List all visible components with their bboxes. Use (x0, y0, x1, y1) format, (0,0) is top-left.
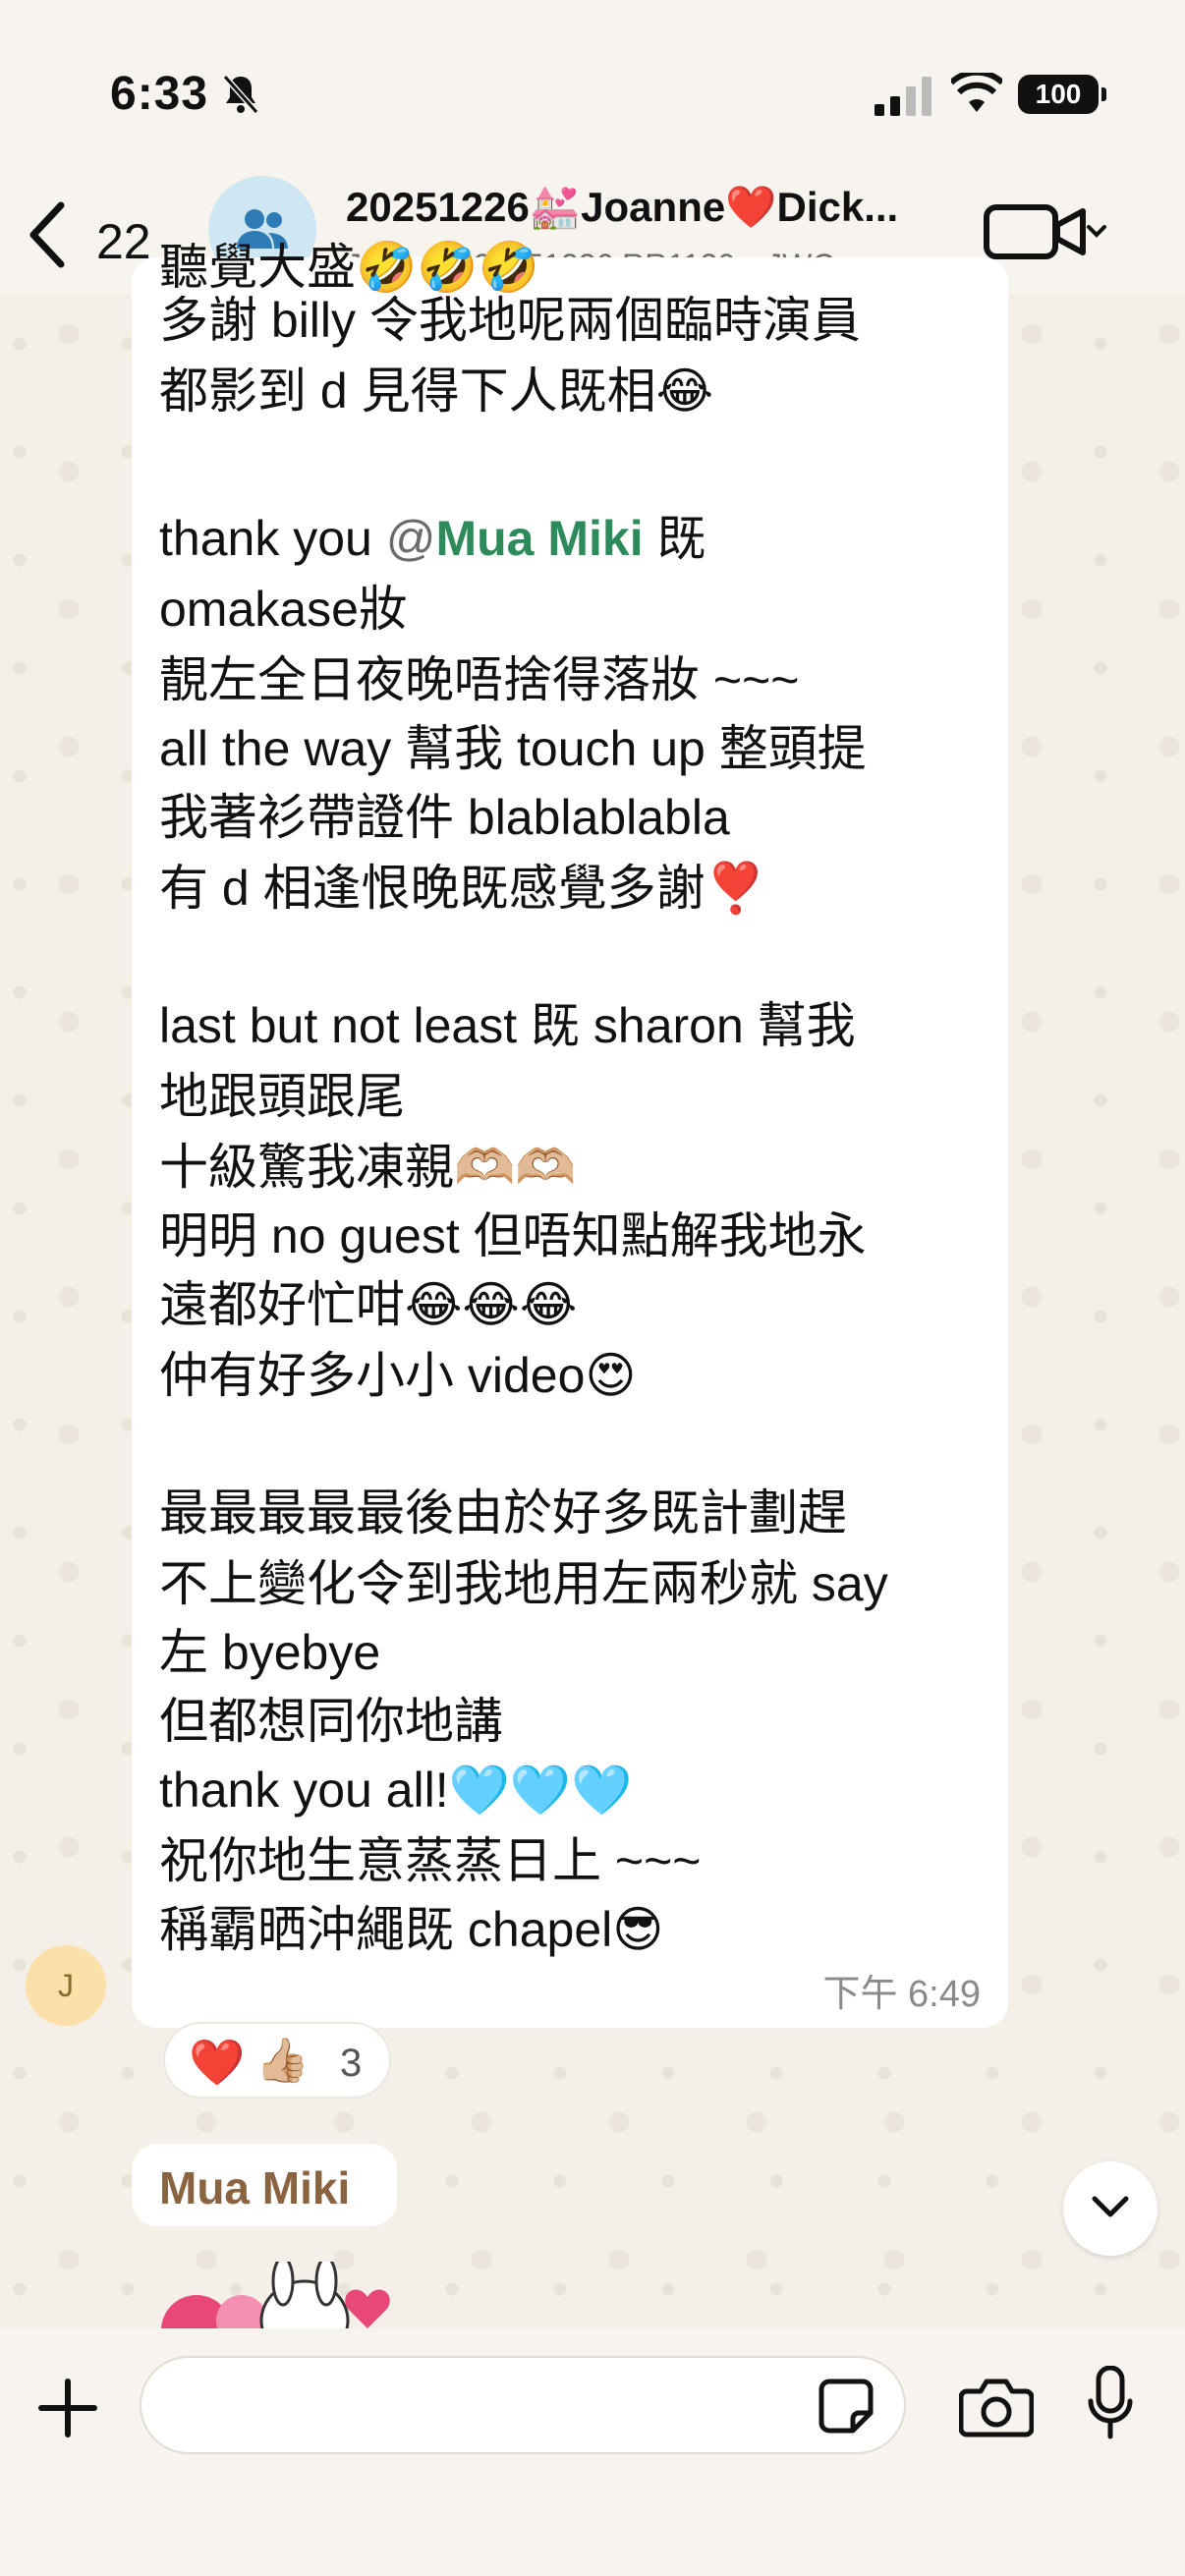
message-line: 聽覺大盛🤣🤣🤣 (159, 240, 539, 295)
thumbs-up-reaction-icon: 👍🏼 (255, 2037, 310, 2085)
message-line: 地跟頭跟尾 (159, 1069, 405, 1124)
video-call-icon[interactable] (981, 197, 1108, 266)
bell-off-icon (222, 75, 259, 114)
reactions-pill[interactable]: ❤️ 👍🏼 3 (163, 2022, 391, 2099)
mention-at: @ (385, 511, 436, 566)
scroll-to-bottom-button[interactable] (1063, 2161, 1157, 2256)
message-line: 稱霸晒沖繩既 chapel😎 (159, 1902, 664, 1957)
message-line: 左 byebye (159, 1625, 381, 1680)
message-line: 遠都好忙咁😂😂😂 (159, 1277, 578, 1332)
message-line: 但都想同你地講 (159, 1694, 503, 1749)
status-bar: 6:33 100 (0, 0, 1185, 172)
wifi-icon (951, 73, 1002, 112)
message-line: 祝你地生意蒸蒸日上 ~~~ (159, 1833, 702, 1888)
message-line: 多謝 billy 令我地呢兩個臨時演員 (159, 293, 861, 348)
camera-icon[interactable] (959, 2374, 1034, 2438)
message-line: 明明 no guest 但唔知點解我地永 (159, 1208, 867, 1263)
sticker-icon[interactable] (816, 2376, 876, 2436)
message-line: 仲有好多小小 video😍 (159, 1348, 637, 1403)
mic-icon[interactable] (1087, 2366, 1134, 2442)
message-line: 有 d 相逢恨晚既感覺多謝❣️ (159, 861, 766, 916)
chat-title[interactable]: 20251226💒Joanne❤️Dick... (346, 184, 945, 232)
plus-icon[interactable] (37, 2378, 98, 2438)
signal-icon (875, 77, 931, 116)
message-line-mention: thank you @Mua Miki 既 (159, 511, 706, 566)
message-line: 最最最最最後由於好多既計劃趕 (159, 1485, 847, 1540)
message-line: 都影到 d 見得下人既相😂 (159, 364, 714, 419)
composer-bar (0, 2328, 1185, 2576)
message-line: 我著衫帶證件 blablablabla (159, 790, 730, 845)
mention-name[interactable]: Mua Miki (435, 511, 643, 566)
message-timestamp: 下午 6:49 (822, 1974, 981, 2015)
message-line: 十級驚我凍親🫶🏼🫶🏼 (159, 1140, 577, 1195)
sender-avatar[interactable]: J (26, 1945, 106, 2026)
message-line: omakase妝 (159, 582, 408, 637)
message-line: all the way 幫我 touch up 整頭提 (159, 721, 867, 776)
message-bubble[interactable]: 聽覺大盛🤣🤣🤣 多謝 billy 令我地呢兩個臨時演員 都影到 d 見得下人既相… (132, 240, 1008, 2028)
battery-icon: 100 (1018, 75, 1106, 114)
message-line: thank you all!🩵🩵🩵 (159, 1763, 633, 1818)
message-line: 不上變化令到我地用左兩秒就 say (159, 1556, 888, 1611)
status-time: 6:33 (110, 68, 209, 120)
chevron-down-icon (1087, 225, 1106, 238)
back-chevron-icon (29, 201, 65, 268)
message-line: last but not least 既 sharon 幫我 (159, 998, 856, 1053)
next-message-bubble[interactable]: Mua Miki (132, 2144, 397, 2226)
chevron-down-icon (1092, 2196, 1129, 2217)
reaction-count: 3 (340, 2042, 363, 2085)
message-input[interactable] (140, 2356, 906, 2454)
message-line: 靚左全日夜晚唔捨得落妝 ~~~ (159, 652, 800, 707)
heart-reaction-icon: ❤️ (189, 2037, 246, 2088)
sender-name: Mua Miki (159, 2162, 351, 2213)
